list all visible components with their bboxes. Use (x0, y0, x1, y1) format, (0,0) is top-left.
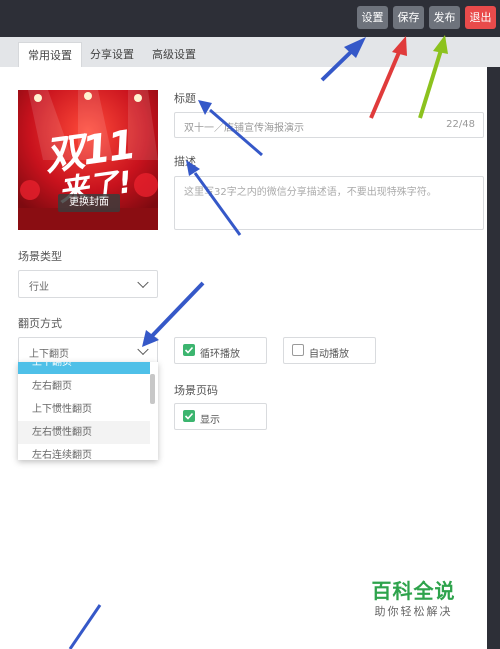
watermark-subtitle: 助你轻松解决 (374, 605, 453, 618)
dropdown-option-left-right[interactable]: 左右翻页 (18, 375, 150, 398)
publish-button[interactable]: 发布 (429, 6, 460, 29)
dropdown-option-top-bottom-inertia[interactable]: 上下惯性翻页 (18, 398, 150, 421)
chevron-down-icon (137, 343, 149, 355)
right-edge-background (487, 67, 500, 649)
top-toolbar: 设置 保存 发布 退出 (0, 0, 500, 37)
settings-button[interactable]: 设置 (357, 6, 388, 29)
scene-type-label: 场景类型 (18, 250, 62, 263)
show-page-number-checkbox[interactable]: 显示 (174, 403, 267, 430)
change-cover-button[interactable]: 更换封面 (58, 194, 120, 212)
title-input-value: 双十一／店铺宣传海报演示 (184, 123, 304, 134)
checkbox-checked-icon (183, 410, 195, 422)
page-flip-dropdown: 上下翻页 左右翻页 上下惯性翻页 左右惯性翻页 左右连续翻页 (18, 362, 158, 460)
checkbox-empty-icon (292, 344, 304, 356)
chevron-down-icon (137, 276, 149, 289)
dropdown-option-top-bottom[interactable]: 上下翻页 (18, 362, 150, 374)
watermark-title: 百科全说 (371, 579, 456, 603)
scene-type-select[interactable]: 行业 (18, 270, 158, 298)
show-page-number-label: 显示 (200, 415, 220, 426)
scene-type-value: 行业 (29, 282, 49, 293)
description-placeholder: 这里写32字之内的微信分享描述语，不要出现特殊字符。 (184, 187, 437, 198)
dropdown-option-left-right-continuous[interactable]: 左右连续翻页 (18, 444, 150, 460)
watermark-logo: 百科全说 助你轻松解决 (351, 565, 476, 625)
title-char-counter: 22/48 (446, 119, 475, 130)
scene-page-number-label: 场景页码 (174, 384, 218, 397)
tab-share-settings[interactable]: 分享设置 (83, 42, 141, 67)
title-input[interactable]: 双十一／店铺宣传海报演示 22/48 (174, 112, 484, 138)
settings-tab-bar: 常用设置 分享设置 高级设置 (0, 37, 500, 68)
checkbox-checked-icon (183, 344, 195, 356)
description-textarea[interactable]: 这里写32字之内的微信分享描述语，不要出现特殊字符。 (174, 176, 484, 230)
auto-play-label: 自动播放 (309, 349, 349, 360)
description-label: 描述 (174, 155, 196, 168)
auto-play-checkbox[interactable]: 自动播放 (283, 337, 376, 364)
exit-button[interactable]: 退出 (465, 6, 496, 29)
save-button[interactable]: 保存 (393, 6, 424, 29)
cover-image[interactable]: 双11 来了! 更换封面 (18, 90, 158, 230)
page-flip-select[interactable]: 上下翻页 (18, 337, 158, 364)
dropdown-option-left-right-inertia[interactable]: 左右惯性翻页 (18, 421, 150, 444)
page-flip-label: 翻页方式 (18, 317, 62, 330)
tab-common-settings[interactable]: 常用设置 (18, 42, 82, 68)
title-label: 标题 (174, 92, 196, 105)
loop-play-label: 循环播放 (200, 349, 240, 360)
dropdown-scrollbar[interactable] (150, 374, 155, 404)
page-flip-value: 上下翻页 (29, 349, 69, 360)
tab-advanced-settings[interactable]: 高级设置 (145, 42, 203, 67)
loop-play-checkbox[interactable]: 循环播放 (174, 337, 267, 364)
